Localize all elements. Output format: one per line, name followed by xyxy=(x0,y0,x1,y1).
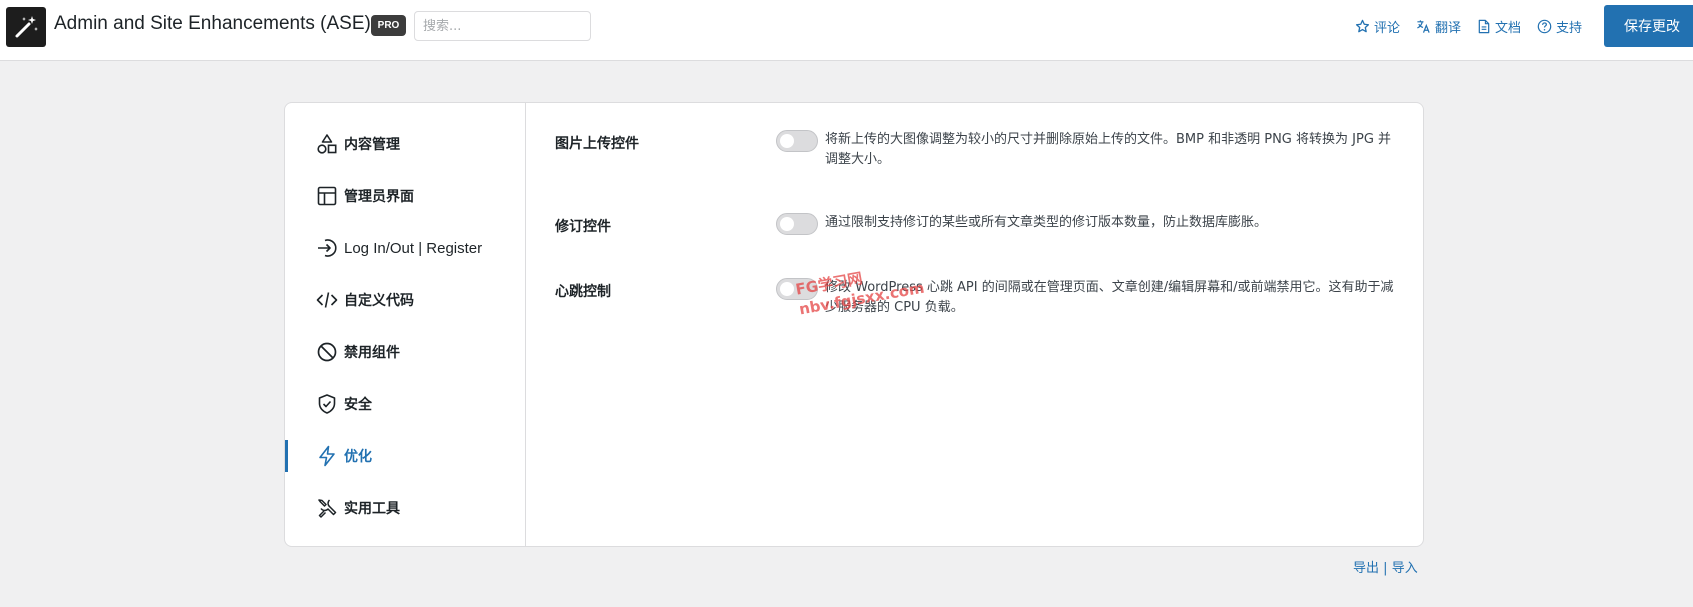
toggle-knob xyxy=(780,282,794,296)
code-icon xyxy=(316,289,338,311)
sidebar-item-custom-code[interactable]: 自定义代码 xyxy=(285,280,525,320)
import-link[interactable]: 导入 xyxy=(1392,561,1418,576)
translate-link[interactable]: 翻译 xyxy=(1416,17,1461,36)
translate-link-label: 翻译 xyxy=(1435,21,1462,36)
setting-description: 通过限制支持修订的某些或所有文章类型的修订版本数量，防止数据库膨胀。 xyxy=(825,215,1268,230)
document-icon xyxy=(1478,19,1490,34)
sidebar-item-label: Log In/Out | Register xyxy=(344,239,483,257)
docs-link[interactable]: 文档 xyxy=(1477,17,1521,36)
block-icon xyxy=(316,341,338,363)
sidebar-item-label: 管理员界面 xyxy=(344,189,414,205)
toggle-knob xyxy=(780,134,794,148)
layout-icon xyxy=(316,185,338,207)
image-upload-control-toggle[interactable] xyxy=(776,130,818,152)
sidebar-item-label: 禁用组件 xyxy=(344,345,400,361)
sidebar-item-utilities[interactable]: 实用工具 xyxy=(285,488,525,528)
setting-description: 将新上传的大图像调整为较小的尺寸并删除原始上传的文件。BMP 和非透明 PNG … xyxy=(825,132,1392,167)
shield-check-icon xyxy=(316,393,338,415)
help-circle-icon xyxy=(1537,19,1552,34)
sidebar-item-label: 实用工具 xyxy=(344,501,400,517)
lightning-icon xyxy=(316,445,338,467)
setting-description: 修改 WordPress 心跳 API 的间隔或在管理页面、文章创建/编辑屏幕和… xyxy=(825,280,1394,315)
sidebar-item-label: 优化 xyxy=(344,449,372,465)
export-import-links: 导出 | 导入 xyxy=(1353,557,1418,576)
sidebar-item-content-management[interactable]: 内容管理 xyxy=(285,124,525,164)
sidebar-item-label: 安全 xyxy=(344,397,372,413)
review-link-label: 评论 xyxy=(1374,21,1401,36)
magic-wand-icon xyxy=(15,16,38,38)
heartbeat-control-toggle[interactable] xyxy=(776,278,818,300)
sidebar-item-label: 内容管理 xyxy=(344,137,400,153)
sidebar-item-disable-components[interactable]: 禁用组件 xyxy=(285,332,525,372)
setting-title: 心跳控制 xyxy=(555,284,611,300)
sidebar-item-optimization[interactable]: 优化 xyxy=(285,436,525,476)
export-link[interactable]: 导出 xyxy=(1353,561,1379,576)
sidebar-item-login-register[interactable]: Log In/Out | Register xyxy=(285,228,525,268)
support-link-label: 支持 xyxy=(1556,21,1583,36)
toggle-knob xyxy=(780,217,794,231)
login-icon xyxy=(316,237,338,259)
ase-logo xyxy=(6,7,46,47)
sidebar-item-admin-interface[interactable]: 管理员界面 xyxy=(285,176,525,216)
setting-title: 修订控件 xyxy=(555,219,611,235)
star-icon xyxy=(1355,19,1370,33)
setting-title: 图片上传控件 xyxy=(555,136,639,152)
support-link[interactable]: 支持 xyxy=(1537,17,1582,36)
save-changes-button[interactable]: 保存更改 xyxy=(1604,5,1693,47)
sidebar-nav: 内容管理 管理员界面 Log In/Out | Register 自定义代码 禁… xyxy=(285,103,526,546)
docs-link-label: 文档 xyxy=(1495,21,1522,36)
search-input[interactable] xyxy=(414,11,591,41)
translate-icon xyxy=(1417,20,1430,33)
top-header: Admin and Site Enhancements (ASE) PRO 评论… xyxy=(0,0,1693,61)
settings-card: 内容管理 管理员界面 Log In/Out | Register 自定义代码 禁… xyxy=(284,102,1424,547)
pro-badge: PRO xyxy=(371,15,406,36)
app-title: Admin and Site Enhancements (ASE) xyxy=(54,13,371,34)
sidebar-item-label: 自定义代码 xyxy=(344,293,414,309)
tools-icon xyxy=(316,497,338,519)
shapes-icon xyxy=(316,133,338,155)
link-separator: | xyxy=(1383,561,1388,576)
revisions-control-toggle[interactable] xyxy=(776,213,818,235)
header-links: 评论 翻译 文档 支持 xyxy=(1355,17,1598,36)
review-link[interactable]: 评论 xyxy=(1355,17,1400,36)
sidebar-item-security[interactable]: 安全 xyxy=(285,384,525,424)
